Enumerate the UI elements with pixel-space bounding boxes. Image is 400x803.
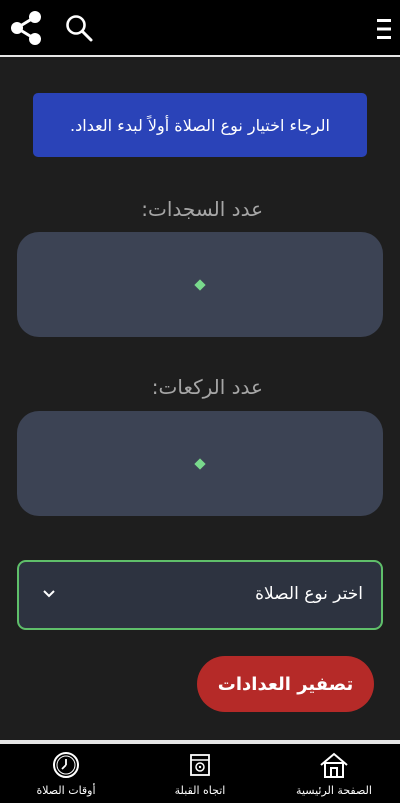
top-app-bar [0,0,400,55]
prayer-type-select-value: اختر نوع الصلاة [255,584,363,604]
reset-counters-button[interactable]: تصفير العدادات [197,656,374,712]
sajdat-count-label: عدد السجدات: [141,197,263,221]
search-icon[interactable] [64,13,94,43]
sajdat-counter[interactable] [17,232,383,337]
sajdat-indicator-dot [194,278,206,291]
nav-item-qibla[interactable]: اتجاه القبلة [150,744,250,803]
info-banner-text: الرجاء اختيار نوع الصلاة أولاً لبدء العد… [70,115,330,135]
info-banner: الرجاء اختيار نوع الصلاة أولاً لبدء العد… [33,93,367,157]
prayer-type-select[interactable]: اختر نوع الصلاة [17,560,383,630]
home-icon [320,752,348,778]
nav-label-home: الصفحة الرئيسية [296,784,372,797]
rakat-counter[interactable] [17,411,383,516]
header-divider [0,55,400,57]
kaaba-compass-icon [190,754,210,776]
chevron-down-icon [43,590,55,598]
nav-item-prayer-times[interactable]: أوقات الصلاة [18,744,114,803]
share-icon[interactable] [10,11,42,45]
nav-item-home[interactable]: الصفحة الرئيسية [282,744,386,803]
nav-label-qibla: اتجاه القبلة [174,784,226,797]
menu-icon[interactable] [376,17,392,41]
rakat-indicator-dot [194,457,206,470]
bottom-navigation: الصفحة الرئيسية اتجاه القبلة أوقات الصلا… [0,744,400,803]
nav-label-prayer-times: أوقات الصلاة [36,784,96,797]
clock-icon [53,752,79,778]
rakat-count-label: عدد الركعات: [151,375,263,399]
